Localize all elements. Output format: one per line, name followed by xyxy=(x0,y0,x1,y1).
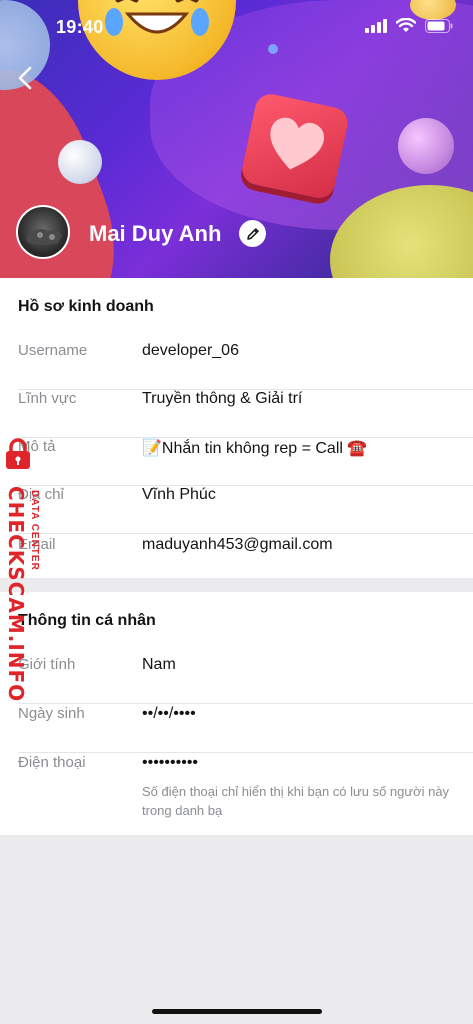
signal-icon xyxy=(365,18,387,33)
info-row-gender: Giới tính Nam xyxy=(18,656,473,704)
row-value: 📝Nhắn tin không rep = Call ☎️ xyxy=(142,440,368,457)
info-row-birthday: Ngày sinh ••/••/•••• xyxy=(18,705,473,753)
profile-name: Mai Duy Anh xyxy=(89,221,222,246)
row-value: Truyền thông & Giải trí xyxy=(142,390,303,407)
info-row-address: Địa chỉ Vĩnh Phúc xyxy=(18,486,473,534)
row-value: Nam xyxy=(142,656,176,673)
status-time: 19:40 xyxy=(56,17,104,37)
home-indicator[interactable] xyxy=(152,1009,322,1014)
edit-profile-button[interactable] xyxy=(239,220,266,247)
row-value: Vĩnh Phúc xyxy=(142,486,216,503)
info-row-description: Mô tả 📝Nhắn tin không rep = Call ☎️ xyxy=(18,438,473,486)
info-row-phone: Điện thoại •••••••••• Số điện thoại chỉ … xyxy=(18,754,473,824)
divider xyxy=(18,703,473,704)
row-value: ••/••/•••• xyxy=(142,705,196,722)
back-button[interactable] xyxy=(14,64,38,92)
status-icons xyxy=(365,18,453,33)
cover-ball xyxy=(58,140,102,184)
watermark-subtext: DATA CENTER xyxy=(29,490,40,571)
info-row-username: Username developer_06 xyxy=(18,342,473,390)
row-value: •••••••••• xyxy=(142,754,199,771)
heart-card-icon xyxy=(239,91,351,201)
row-label: Ngày sinh xyxy=(18,705,85,722)
row-label: Username xyxy=(18,342,88,359)
row-value[interactable]: maduyanh453@gmail.com xyxy=(142,536,333,554)
lock-icon xyxy=(6,438,30,469)
watermark-text: CHECKSCAM.INFO xyxy=(4,486,28,703)
wifi-icon xyxy=(396,18,416,32)
info-row-field: Lĩnh vực Truyền thông & Giải trí xyxy=(18,390,473,438)
info-row-email: Email maduyanh453@gmail.com xyxy=(18,536,473,584)
section-title: Hồ sơ kinh doanh xyxy=(18,298,154,315)
business-profile-section: Hồ sơ kinh doanh Username developer_06 L… xyxy=(0,278,473,578)
avatar[interactable] xyxy=(16,205,70,259)
phone-visibility-note: Số điện thoại chỉ hiển thị khi bạn có lư… xyxy=(142,784,450,818)
cover-dot xyxy=(268,44,278,54)
personal-info-section: Thông tin cá nhân Giới tính Nam Ngày sin… xyxy=(0,592,473,835)
divider xyxy=(18,752,473,753)
row-label: Lĩnh vực xyxy=(18,390,77,407)
row-value: developer_06 xyxy=(142,342,239,359)
cover-ball xyxy=(398,118,454,174)
back-chevron-icon xyxy=(18,66,32,90)
battery-icon xyxy=(425,18,453,33)
row-label: Điện thoại xyxy=(18,754,86,771)
laughing-emoji-icon xyxy=(78,0,236,80)
cover-image: 19:40 Mai Duy Anh xyxy=(0,0,473,278)
pencil-icon xyxy=(246,227,259,240)
divider xyxy=(18,533,473,534)
watermark: CHECKSCAM.INFO DATA CENTER xyxy=(2,438,46,702)
